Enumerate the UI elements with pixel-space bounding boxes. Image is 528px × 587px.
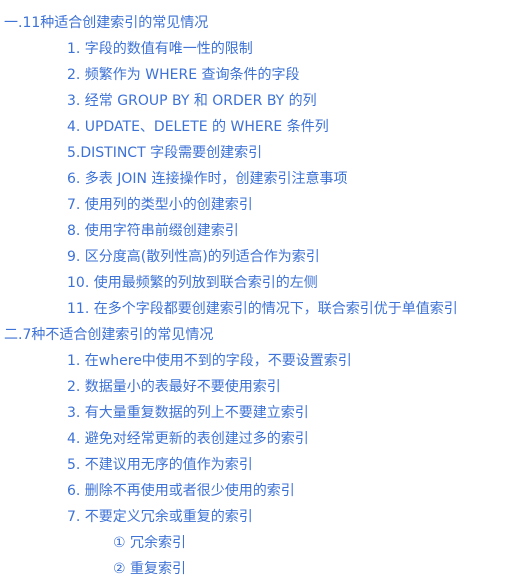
toc-item[interactable]: 4. 避免对经常更新的表创建过多的索引 (67, 429, 309, 449)
toc-item[interactable]: 5.DISTINCT 字段需要创建索引 (67, 143, 262, 163)
toc-item[interactable]: 5. 不建议用无序的值作为索引 (67, 455, 253, 475)
toc-item[interactable]: 6. 删除不再使用或者很少使用的索引 (67, 481, 295, 501)
toc-item[interactable]: 11. 在多个字段都要创建索引的情况下，联合索引优于单值索引 (67, 299, 458, 319)
toc-subitem[interactable]: ① 冗余索引 (113, 533, 186, 553)
toc-item[interactable]: 10. 使用最频繁的列放到联合索引的左侧 (67, 273, 318, 293)
toc-section-title[interactable]: 一.11种适合创建索引的常见情况 (4, 13, 208, 33)
toc-item[interactable]: 2. 频繁作为 WHERE 查询条件的字段 (67, 65, 300, 85)
toc-item[interactable]: 7. 使用列的类型小的创建索引 (67, 195, 253, 215)
toc-item[interactable]: 3. 有大量重复数据的列上不要建立索引 (67, 403, 309, 423)
toc-item[interactable]: 9. 区分度高(散列性高)的列适合作为索引 (67, 247, 320, 267)
toc-item[interactable]: 4. UPDATE、DELETE 的 WHERE 条件列 (67, 117, 329, 137)
toc-section-title[interactable]: 二.7种不适合创建索引的常见情况 (4, 325, 213, 345)
toc-item[interactable]: 7. 不要定义冗余或重复的索引 (67, 507, 253, 527)
toc-item[interactable]: 1. 字段的数值有唯一性的限制 (67, 39, 253, 59)
toc-item[interactable]: 2. 数据量小的表最好不要使用索引 (67, 377, 281, 397)
toc-item[interactable]: 8. 使用字符串前缀创建索引 (67, 221, 239, 241)
toc-item[interactable]: 6. 多表 JOIN 连接操作时，创建索引注意事项 (67, 169, 347, 189)
toc-item[interactable]: 3. 经常 GROUP BY 和 ORDER BY 的列 (67, 91, 317, 111)
toc-subitem[interactable]: ② 重复索引 (113, 559, 186, 579)
toc-item[interactable]: 1. 在where中使用不到的字段，不要设置索引 (67, 351, 352, 371)
